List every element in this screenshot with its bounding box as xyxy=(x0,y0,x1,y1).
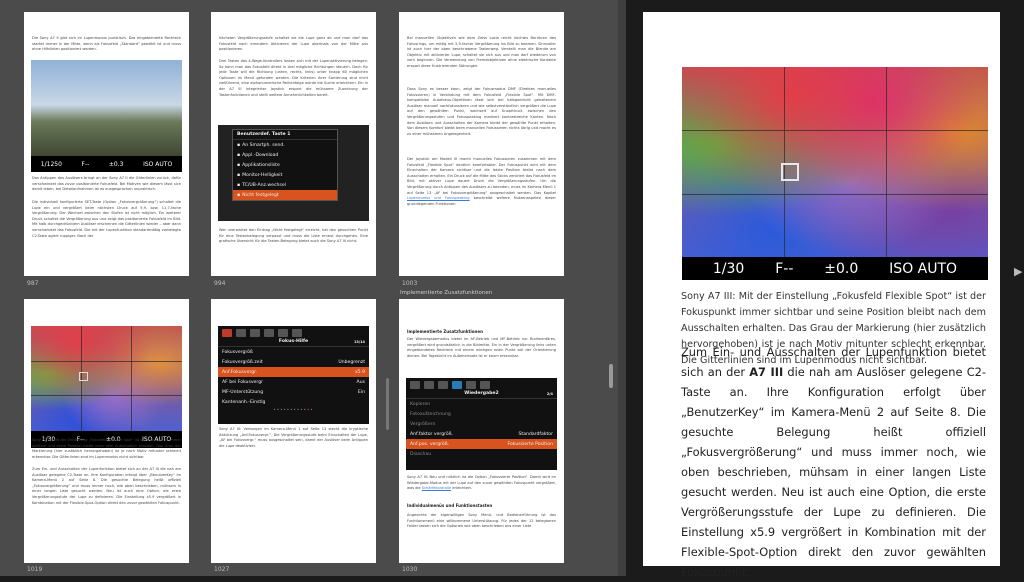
thumb-heading: Implementierte Zusatzfunktionen xyxy=(407,329,483,334)
camera-menu-screenshot: Benutzerdef. Taste 1 ▪ An Smartph. send.… xyxy=(218,125,369,221)
body-paragraph: Zum Ein- und Ausschalten der Lupenfunkti… xyxy=(681,345,987,579)
reader-pane: ◀ ▶ 1/30 F-- ±0.0 ISO AUTO Sony A7 III: … xyxy=(626,0,1024,579)
exposure-value: ±0.3 xyxy=(108,160,124,168)
section-label: Implementierte Zusatzfunktionen xyxy=(400,290,493,296)
thumb-caption: Sony A7 III: Neu und nützlich ist die Op… xyxy=(407,475,556,491)
thumb-photo: 1/1250 F-- ±0.3 ISO AUTO xyxy=(31,60,182,172)
photo-info-bar: 1/1250 F-- ±0.3 ISO AUTO xyxy=(31,156,182,172)
thumb-caption: Wer unerwartet den Eintrag „Nicht festge… xyxy=(219,228,368,244)
page-thumbnail-1030[interactable]: Implementierte Zusatzfunktionen Der Wied… xyxy=(399,299,564,563)
menu-item: ▪ TC/UB-Anz.wechsel xyxy=(237,182,286,188)
exposure-value: ±0.0 xyxy=(824,260,859,277)
iso-value: ISO AUTO xyxy=(889,260,958,277)
thumb-photo: 1/30 F-- ±0.0 ISO AUTO xyxy=(31,326,182,448)
thumb-caption: Sony A7 III: Mit der Einstellung „Fokusf… xyxy=(32,438,181,459)
shutter-value: 1/30 xyxy=(712,260,745,277)
menu-item: ▪ Monitor-Helligkeit xyxy=(237,172,283,178)
scrollbar-thumb[interactable] xyxy=(609,364,613,388)
thumb-text: Der Wiedergabemodus bietet im AF-Betrieb… xyxy=(407,337,556,358)
focus-point-marker xyxy=(781,163,799,181)
reader-page: 1/30 F-- ±0.0 ISO AUTO Sony A7 III: Mit … xyxy=(643,12,1000,579)
menu-item-selected: ▪ Nicht festgelegt xyxy=(233,190,337,200)
page-number: 987 xyxy=(27,280,39,287)
page-number: 1003 xyxy=(402,280,418,287)
link[interactable]: Schärfekontrolle xyxy=(422,486,451,490)
menu-item: ▪ Appl.-Download xyxy=(237,152,279,158)
page-number: 1019 xyxy=(27,566,43,573)
thumb-text: Die Sony A7 II gibt sich im Lupenmodus p… xyxy=(32,36,181,52)
page-number: 994 xyxy=(214,280,226,287)
thumb-text: Drei Tasten des 4-Wege-Kontrollers lasse… xyxy=(219,59,368,97)
aperture-value: F-- xyxy=(81,160,90,168)
pane-divider[interactable] xyxy=(618,0,626,576)
thumb-text: Angesichts der eigenwilligen Sony Menü- … xyxy=(407,513,556,529)
page-thumbnail-1019[interactable]: 1/30 F-- ±0.0 ISO AUTO Sony A7 III: Mit der… xyxy=(24,299,189,563)
splitter-handle[interactable] xyxy=(386,378,389,430)
menu-title: Benutzerdef. Taste 1 xyxy=(233,130,337,140)
thumb-text: höchsten Vergrößerungsstufe schaltet sie… xyxy=(219,36,368,52)
page-number: 1027 xyxy=(214,566,230,573)
thumbnail-grid-pane: Die Sony A7 II gibt sich im Lupenmodus p… xyxy=(0,0,620,576)
camera-menu-screenshot: Wiedergabe2 2/4 Kopieren Fotoaufzeichnung… xyxy=(406,378,557,470)
thumb-text: Dass Sony es besser kann, zeigt der Foku… xyxy=(407,87,556,136)
page-thumbnail-1003[interactable]: Bei manuellen Objektiven wie dem Zeiss L… xyxy=(399,12,564,276)
next-page-icon[interactable]: ▶ xyxy=(1014,265,1022,278)
page-number: 1030 xyxy=(402,566,418,573)
focus-point-marker xyxy=(79,372,88,381)
thumb-caption: Sony A7 III: Verborgen im Kamera-Menü 1 … xyxy=(219,427,368,448)
thumb-text: Das Antippen des Auslösers bringt an der… xyxy=(32,176,181,192)
chapter-link[interactable]: Lupenmodus und Fokuspeaking xyxy=(407,196,470,200)
thumb-heading: Individualmenüs und Funktionstasten xyxy=(407,503,493,508)
shutter-value: 1/1250 xyxy=(40,160,62,168)
thumb-text: Zum Ein- und Ausschalten der Lupenfunkti… xyxy=(32,467,181,505)
iso-value: ISO AUTO xyxy=(143,160,173,168)
aperture-value: F-- xyxy=(775,260,794,277)
photo-info-bar: 1/30 F-- ±0.0 ISO AUTO xyxy=(682,257,988,280)
menu-item: ▪ Applikationsliste xyxy=(237,162,280,168)
menu-item: ▪ An Smartph. send. xyxy=(237,142,285,148)
thumb-text: Der Joystick am Modell III macht manuell… xyxy=(407,157,556,206)
page-thumbnail-994[interactable]: höchsten Vergrößerungsstufe schaltet sie… xyxy=(211,12,376,276)
page-thumbnail-987[interactable]: Die Sony A7 II gibt sich im Lupenmodus p… xyxy=(24,12,189,276)
camera-viewfinder-image: 1/30 F-- ±0.0 ISO AUTO xyxy=(682,67,988,280)
page-thumbnail-1027[interactable]: Fokus-Hilfe 13/14 Fokusvergröß Fokusvergr… xyxy=(211,299,376,563)
thumb-text: Bei manuellen Objektiven wie dem Zeiss L… xyxy=(407,36,556,68)
thumb-text: Die individuell konfigurierte SET-Taste … xyxy=(32,200,181,238)
camera-menu-screenshot: Fokus-Hilfe 13/14 Fokusvergröß Fokusvergr… xyxy=(218,326,369,424)
